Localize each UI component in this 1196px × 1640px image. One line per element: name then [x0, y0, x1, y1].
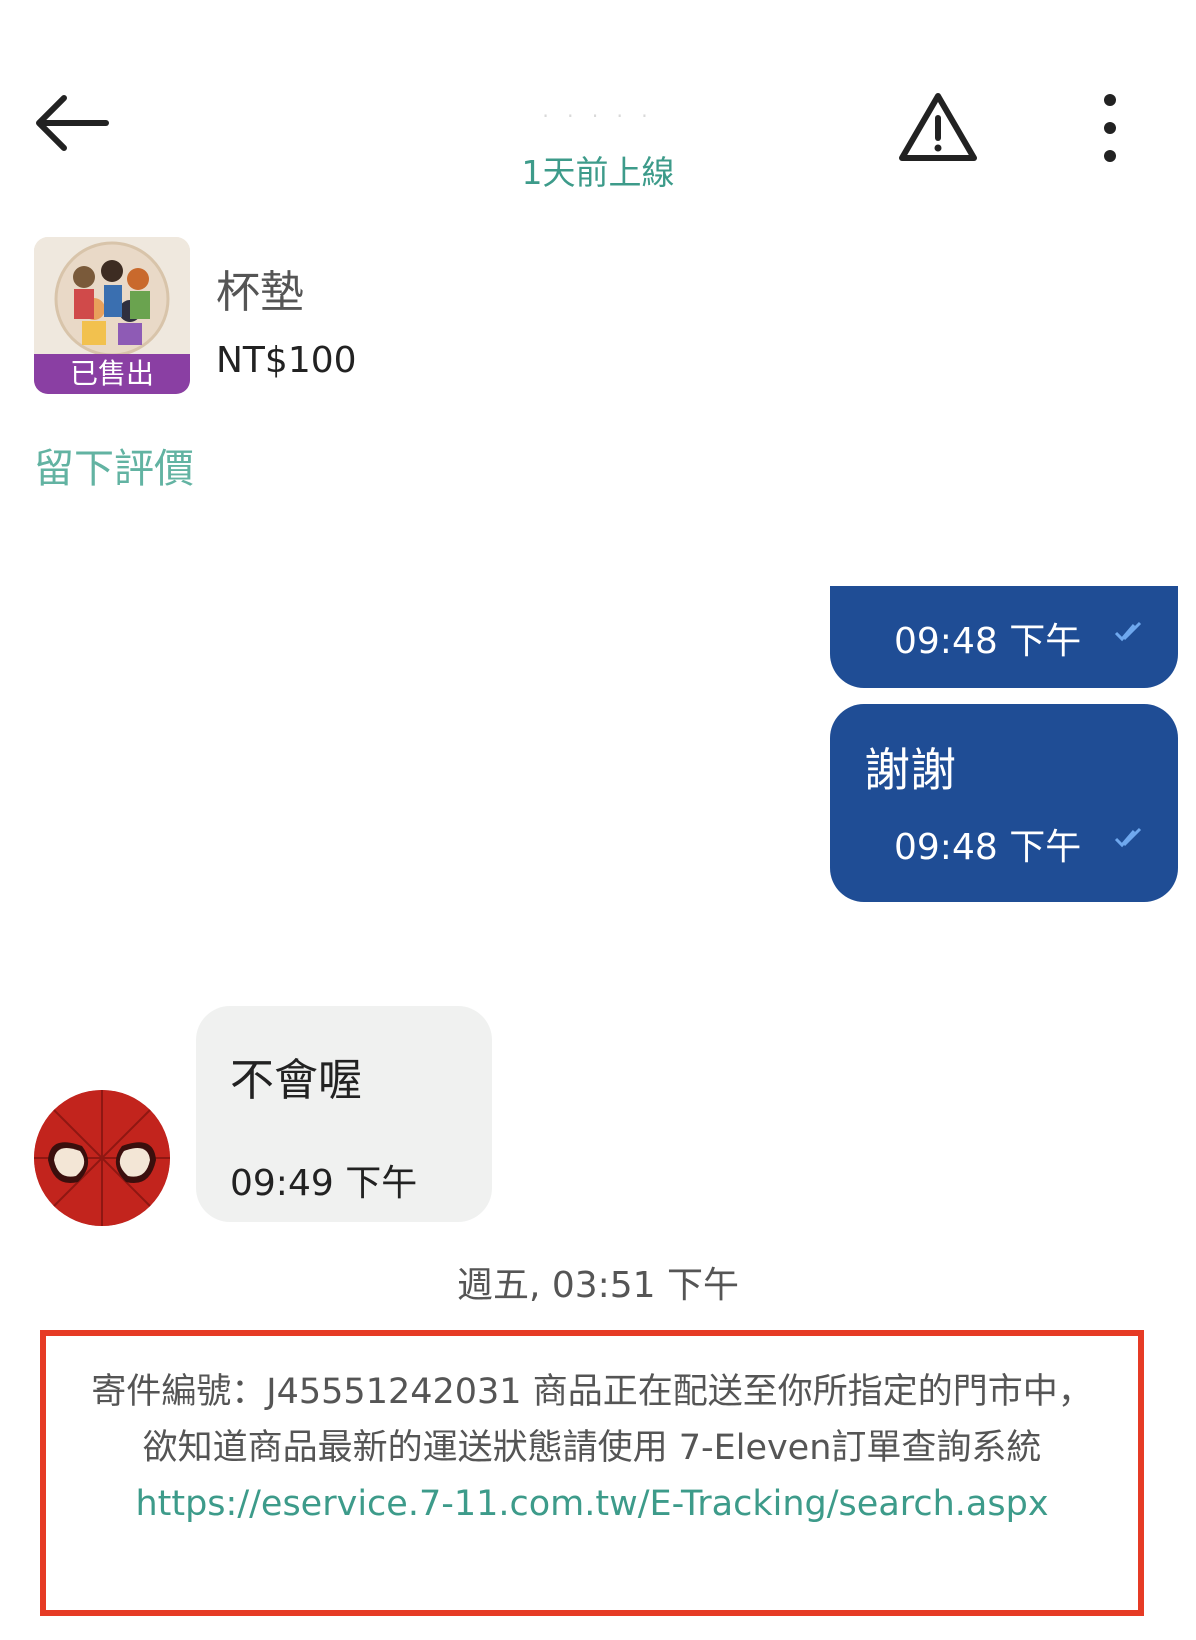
- contact-name[interactable]: · · · · ·: [0, 104, 1196, 128]
- tracking-link[interactable]: https://eservice.7-11.com.tw/E-Tracking/…: [135, 1484, 1048, 1524]
- shipping-notice-text: 寄件編號：J45551242031 商品正在配送至你所指定的門市中，欲知道商品最…: [86, 1364, 1098, 1532]
- message-bubble-outgoing[interactable]: 謝謝 09:48 下午: [830, 704, 1178, 902]
- message-time: 09:49 下午: [230, 1163, 418, 1204]
- online-status: 1天前上線: [521, 153, 675, 192]
- warning-triangle-icon: [899, 93, 977, 161]
- product-thumbnail[interactable]: 已售出: [34, 237, 190, 394]
- shipping-notice: 寄件編號：J45551242031 商品正在配送至你所指定的門市中，欲知道商品最…: [40, 1330, 1144, 1616]
- date-separator: 週五, 03:51 下午: [456, 1265, 740, 1306]
- message-bubble-outgoing[interactable]: 09:48 下午: [830, 586, 1178, 688]
- more-vertical-icon: [1104, 94, 1116, 162]
- message-bubble-incoming[interactable]: 不會喔 09:49 下午: [196, 1006, 492, 1222]
- message-time: 09:48 下午: [894, 827, 1082, 868]
- message-text: 謝謝: [864, 743, 956, 797]
- notice-message: 寄件編號：J45551242031 商品正在配送至你所指定的門市中，欲知道商品最…: [91, 1372, 1093, 1468]
- more-options-button[interactable]: [1086, 90, 1134, 168]
- contact-avatar[interactable]: [34, 1090, 170, 1226]
- sold-badge: 已售出: [34, 354, 190, 394]
- leave-review-link[interactable]: 留下評價: [34, 436, 194, 494]
- report-button[interactable]: [896, 88, 980, 168]
- double-check-icon: [1114, 827, 1142, 848]
- product-title[interactable]: 杯墊: [216, 256, 304, 320]
- message-time: 09:48 下午: [894, 621, 1082, 662]
- double-check-icon: [1114, 621, 1142, 642]
- product-price: NT$100: [216, 340, 357, 381]
- message-text: 不會喔: [230, 1055, 362, 1106]
- spiderman-avatar-icon: [34, 1090, 170, 1226]
